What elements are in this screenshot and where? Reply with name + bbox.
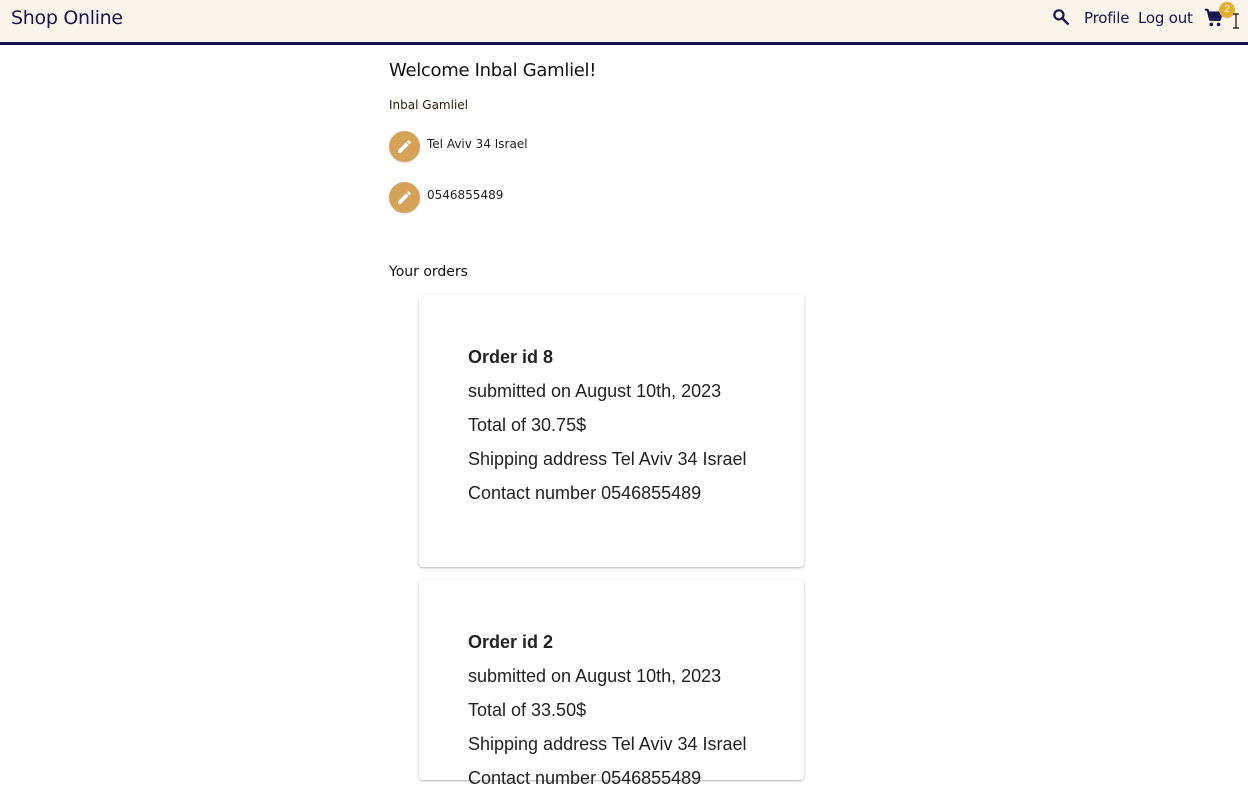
logout-link[interactable]: Log out bbox=[1138, 9, 1193, 27]
edit-phone-button[interactable] bbox=[389, 182, 420, 213]
order-card: Order id 8 submitted on August 10th, 202… bbox=[419, 295, 804, 567]
user-name: Inbal Gamliel bbox=[389, 98, 468, 112]
order-total: Total of 33.50$ bbox=[468, 700, 587, 720]
text-cursor-icon bbox=[1233, 13, 1239, 29]
welcome-heading: Welcome Inbal Gamliel! bbox=[389, 60, 597, 81]
order-contact-number: Contact number 0546855489 bbox=[468, 768, 702, 788]
order-shipping-address: Shipping address Tel Aviv 34 Israel bbox=[468, 449, 747, 469]
order-submitted-date: submitted on August 10th, 2023 bbox=[468, 381, 722, 401]
phone-value: 0546855489 bbox=[427, 188, 504, 202]
app-title[interactable]: Shop Online bbox=[11, 7, 123, 29]
search-icon[interactable] bbox=[1051, 7, 1071, 27]
address-value: Tel Aviv 34 Israel bbox=[427, 137, 528, 151]
profile-link[interactable]: Profile bbox=[1084, 9, 1129, 27]
order-card: Order id 2 submitted on August 10th, 202… bbox=[419, 580, 804, 788]
pencil-icon bbox=[398, 140, 411, 153]
edit-address-button[interactable] bbox=[389, 131, 420, 162]
order-shipping-address: Shipping address Tel Aviv 34 Israel bbox=[468, 734, 747, 754]
order-submitted-date: submitted on August 10th, 2023 bbox=[468, 666, 722, 686]
orders-heading: Your orders bbox=[389, 264, 468, 280]
pencil-icon bbox=[398, 191, 411, 204]
order-id: Order id 8 bbox=[468, 347, 554, 367]
order-id: Order id 2 bbox=[468, 632, 554, 652]
order-total: Total of 30.75$ bbox=[468, 415, 587, 435]
top-app-bar: Shop Online Profile Log out 2 bbox=[0, 0, 1248, 45]
order-contact-number: Contact number 0546855489 bbox=[468, 483, 702, 503]
